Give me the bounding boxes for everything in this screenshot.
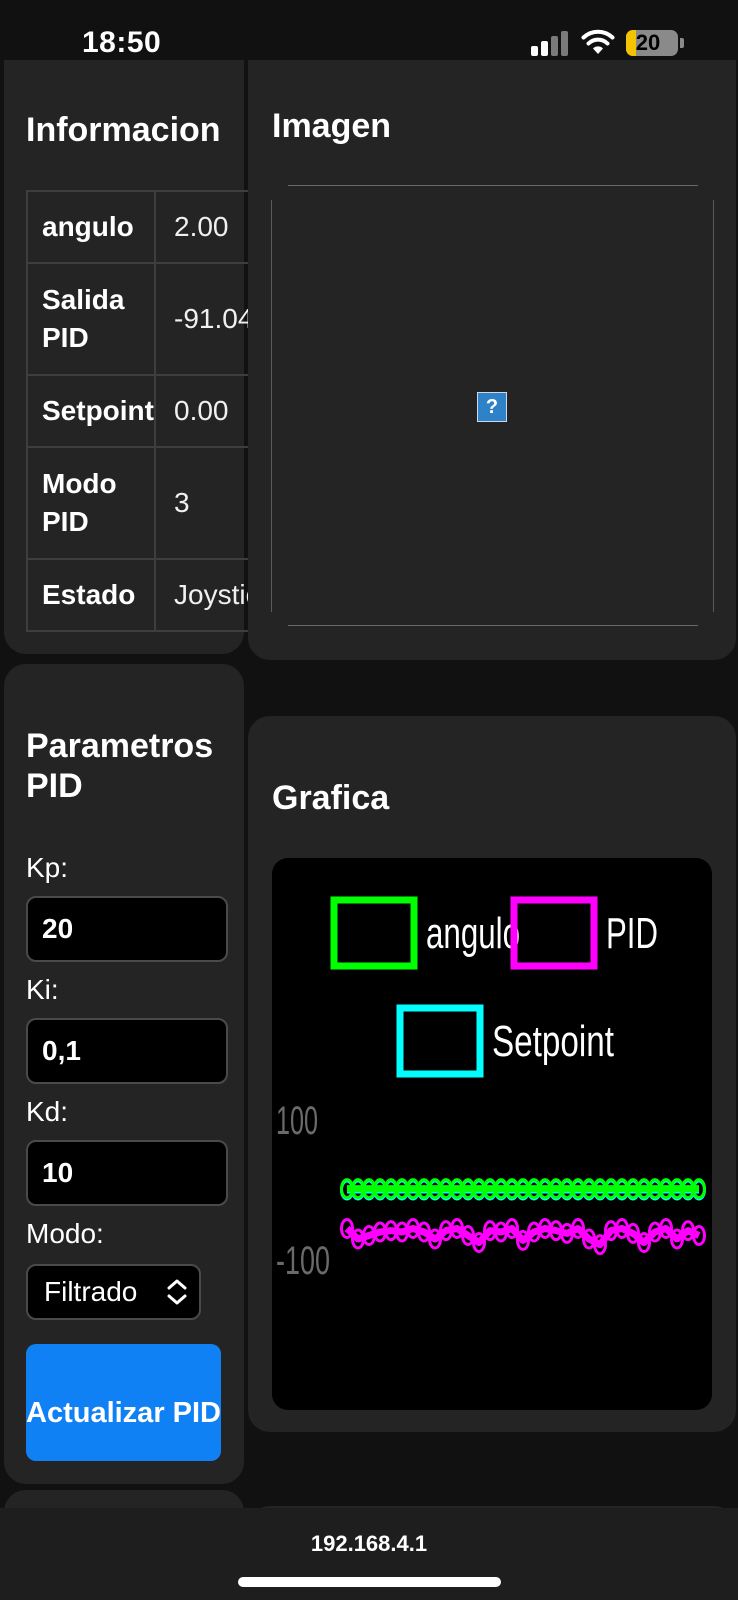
update-pid-button[interactable]: Actualizar PID bbox=[26, 1344, 221, 1461]
legend-label: PID bbox=[606, 909, 658, 958]
kd-input[interactable]: 10 bbox=[26, 1140, 228, 1206]
broken-image-icon: ? bbox=[477, 392, 507, 422]
legend-label: Setpoint bbox=[492, 1017, 614, 1066]
mode-select[interactable]: Filtrado bbox=[26, 1264, 201, 1320]
row-key: Modo PID bbox=[26, 446, 156, 560]
kd-label: Kd: bbox=[26, 1096, 69, 1127]
kp-input[interactable]: 20 bbox=[26, 896, 228, 962]
ki-input[interactable]: 0,1 bbox=[26, 1018, 228, 1084]
kp-label: Kp: bbox=[26, 852, 69, 883]
row-key: Salida PID bbox=[26, 262, 156, 376]
info-card-title: Informacion bbox=[26, 111, 221, 149]
wifi-icon bbox=[581, 29, 615, 54]
table-row: Setpoint 0.00 bbox=[26, 374, 276, 448]
image-top-border bbox=[288, 185, 698, 186]
battery-level: 20 bbox=[635, 30, 661, 55]
y-tick-label: -100 bbox=[276, 1239, 330, 1283]
home-indicator bbox=[238, 1577, 501, 1587]
chart-card-title: Grafica bbox=[272, 779, 390, 817]
info-table: angulo 2.00 Salida PID -91.04 Setpoint 0… bbox=[26, 190, 276, 632]
legend-swatch bbox=[396, 1004, 484, 1078]
legend-label: angulo bbox=[426, 909, 520, 958]
mode-label: Modo: bbox=[26, 1218, 104, 1249]
row-key: Setpoint bbox=[26, 374, 156, 448]
table-row: Modo PID 3 bbox=[26, 446, 276, 560]
legend-swatch bbox=[510, 896, 598, 970]
row-key: Estado bbox=[26, 558, 156, 632]
row-key: angulo bbox=[26, 190, 156, 264]
battery-icon: 20 bbox=[626, 30, 678, 56]
chart: angulo PID Setpoint 100 -100 bbox=[272, 858, 712, 1410]
table-row: Estado Joystick bbox=[26, 558, 276, 632]
ki-label: Ki: bbox=[26, 974, 59, 1005]
chart-svg: angulo PID Setpoint 100 -100 bbox=[276, 896, 706, 1283]
legend-swatch bbox=[330, 896, 418, 970]
chevron-up-down-icon bbox=[167, 1279, 187, 1305]
pid-card-title: Parametros PID bbox=[26, 727, 214, 805]
cellular-signal-icon bbox=[531, 30, 571, 56]
mode-select-value: Filtrado bbox=[44, 1276, 138, 1307]
image-bottom-border bbox=[288, 625, 698, 626]
battery-nub bbox=[680, 38, 684, 48]
table-row: angulo 2.00 bbox=[26, 190, 276, 264]
image-card-title: Imagen bbox=[272, 107, 392, 145]
clock: 18:50 bbox=[82, 26, 162, 59]
y-tick-label: 100 bbox=[276, 1099, 318, 1143]
url-text[interactable]: 192.168.4.1 bbox=[0, 1531, 738, 1557]
table-row: Salida PID -91.04 bbox=[26, 262, 276, 376]
